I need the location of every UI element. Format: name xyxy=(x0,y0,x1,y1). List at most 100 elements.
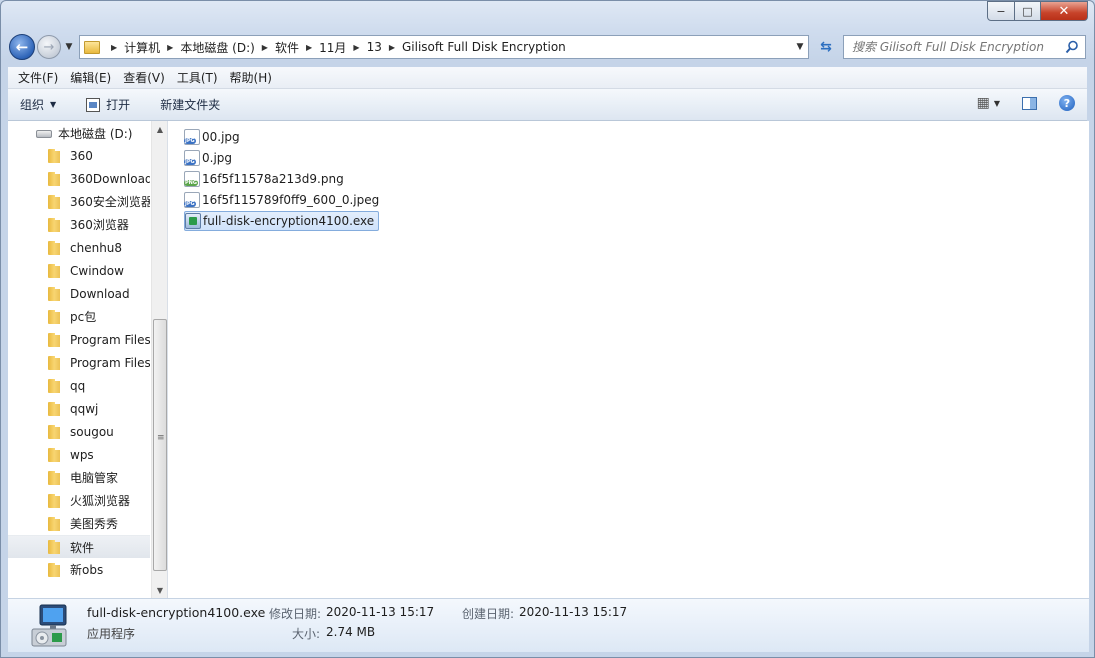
scroll-up-arrow-icon[interactable]: ▲ xyxy=(152,121,167,137)
sidebar-item-label: Cwindow xyxy=(70,263,124,278)
folder-icon xyxy=(48,217,64,232)
open-label: 打开 xyxy=(106,98,131,112)
chevron-right-icon[interactable]: ▶ xyxy=(389,43,395,52)
sidebar-item-folder[interactable]: Download xyxy=(8,282,150,305)
sidebar-item-folder[interactable]: sougou xyxy=(8,420,150,443)
nav-item-drive-d[interactable]: 本地磁盘 (D:) xyxy=(36,125,132,142)
sidebar-item-folder[interactable]: pc包 xyxy=(8,305,150,328)
folder-icon xyxy=(48,332,64,347)
sidebar-item-label: 美图秀秀 xyxy=(70,517,119,531)
folder-icon xyxy=(48,562,64,577)
file-name: 16f5f11578a213d9.png xyxy=(202,172,344,186)
breadcrumb-month[interactable]: 11月 xyxy=(319,39,346,56)
sidebar-item-label: wps xyxy=(70,447,94,462)
sidebar-item-label: Program Files xyxy=(70,355,150,370)
sidebar-item-folder[interactable]: 软件 xyxy=(8,535,150,558)
file-list-item[interactable]: 16f5f11578a213d9.png xyxy=(184,169,348,189)
breadcrumb-drive[interactable]: 本地磁盘 (D:) xyxy=(180,39,254,56)
sidebar-item-folder[interactable]: 火狐浏览器 xyxy=(8,489,150,512)
address-history-dropdown[interactable]: ▼ xyxy=(792,42,808,52)
chevron-right-icon[interactable]: ▶ xyxy=(262,43,268,52)
sidebar-item-label: 火狐浏览器 xyxy=(70,494,131,508)
new-folder-button[interactable]: 新建文件夹 xyxy=(160,96,220,113)
folder-icon xyxy=(48,286,64,301)
file-list-item[interactable]: full-disk-encryption4100.exe xyxy=(184,211,380,231)
chevron-down-icon[interactable]: ▼ xyxy=(994,99,1000,108)
help-icon[interactable]: ? xyxy=(1059,95,1075,111)
file-list-item[interactable]: 00.jpg xyxy=(184,127,244,147)
back-button[interactable]: ← xyxy=(9,34,35,60)
search-input[interactable] xyxy=(852,40,1062,54)
menu-file[interactable]: 文件(F) xyxy=(12,69,64,86)
sidebar-item-folder[interactable]: Cwindow xyxy=(8,259,150,282)
sidebar-item-folder[interactable]: 360 xyxy=(8,144,150,167)
sidebar-item-label: Program Files xyxy=(70,332,150,347)
chevron-right-icon[interactable]: ▶ xyxy=(111,43,117,52)
sidebar-item-folder[interactable]: 美图秀秀 xyxy=(8,512,150,535)
preview-pane-icon[interactable] xyxy=(1022,96,1037,110)
menu-tools[interactable]: 工具(T) xyxy=(171,69,224,86)
sidebar-item-folder[interactable]: 360浏览器 xyxy=(8,213,150,236)
hard-drive-icon xyxy=(36,129,52,138)
menu-edit[interactable]: 编辑(E) xyxy=(64,69,117,86)
sidebar-item-label: 360安全浏览器 xyxy=(70,195,150,209)
exe-file-icon xyxy=(185,213,201,229)
scroll-down-arrow-icon[interactable]: ▼ xyxy=(152,582,167,598)
menu-view[interactable]: 查看(V) xyxy=(117,69,171,86)
caption-buttons: − □ ✕ xyxy=(987,1,1088,21)
sidebar-item-folder[interactable]: qqwj xyxy=(8,397,150,420)
sidebar-item-label: qqwj xyxy=(70,401,99,416)
nav-scrollbar[interactable]: ▲ ≡ ▼ xyxy=(151,121,167,598)
sidebar-item-folder[interactable]: 新obs xyxy=(8,558,150,581)
file-list-item[interactable]: 16f5f115789f0ff9_600_0.jpeg xyxy=(184,190,383,210)
chevron-right-icon[interactable]: ▶ xyxy=(167,43,173,52)
file-list: 00.jpg 0.jpg 16f5f11578a213d9.png 16f5f1157… xyxy=(168,121,1089,598)
folder-icon xyxy=(48,424,64,439)
folder-icon xyxy=(48,540,64,554)
folder-icon xyxy=(48,171,64,186)
sidebar-item-folder[interactable]: 电脑管家 xyxy=(8,466,150,489)
minimize-button[interactable]: − xyxy=(987,1,1015,21)
file-name: 16f5f115789f0ff9_600_0.jpeg xyxy=(202,193,380,207)
breadcrumb-software[interactable]: 软件 xyxy=(275,39,299,56)
chevron-down-icon: ▼ xyxy=(796,42,804,52)
maximize-button[interactable]: □ xyxy=(1015,1,1041,21)
recent-pages-dropdown[interactable]: ▼ xyxy=(63,42,75,52)
chevron-right-icon[interactable]: ▶ xyxy=(353,43,359,52)
file-list-item[interactable]: 0.jpg xyxy=(184,148,236,168)
menu-help[interactable]: 帮助(H) xyxy=(224,69,278,86)
sidebar-item-folder[interactable]: wps xyxy=(8,443,150,466)
scroll-thumb[interactable]: ≡ xyxy=(153,319,167,571)
breadcrumb-computer[interactable]: 计算机 xyxy=(124,39,160,56)
search-box[interactable] xyxy=(843,35,1086,59)
sidebar-item-folder[interactable]: Program Files xyxy=(8,328,150,351)
search-icon[interactable] xyxy=(1065,40,1079,54)
organize-button[interactable]: 组织 ▼ xyxy=(20,96,56,113)
forward-button[interactable]: → xyxy=(37,35,61,59)
chevron-down-icon: ▼ xyxy=(50,100,57,109)
breadcrumb-day[interactable]: 13 xyxy=(367,40,382,54)
breadcrumb-current-folder[interactable]: Gilisoft Full Disk Encryption xyxy=(402,40,566,54)
chevron-right-icon[interactable]: ▶ xyxy=(306,43,312,52)
folder-icon xyxy=(84,40,100,54)
sidebar-item-label: 电脑管家 xyxy=(70,471,119,485)
open-button[interactable]: 打开 xyxy=(86,96,130,113)
folder-icon xyxy=(48,401,64,416)
grip-icon: ≡ xyxy=(157,433,165,443)
sidebar-item-folder[interactable]: Program Files xyxy=(8,351,150,374)
sidebar-item-folder[interactable]: 360Download xyxy=(8,167,150,190)
open-icon xyxy=(86,97,101,112)
folder-icon xyxy=(48,355,64,370)
sidebar-item-folder[interactable]: 360安全浏览器 xyxy=(8,190,150,213)
close-button[interactable]: ✕ xyxy=(1041,1,1088,21)
sidebar-item-folder[interactable]: chenhu8 xyxy=(8,236,150,259)
sidebar-item-label: 360Download xyxy=(70,171,150,186)
sidebar-item-folder[interactable]: qq xyxy=(8,374,150,397)
address-bar[interactable]: ▶ 计算机 ▶ 本地磁盘 (D:) ▶ 软件 ▶ 11月 ▶ 13 ▶ Gili… xyxy=(79,35,809,59)
file-name: 00.jpg xyxy=(202,130,240,144)
created-date-value: 2020-11-13 15:17 xyxy=(519,605,628,619)
view-options-icon[interactable]: ▦ xyxy=(977,95,990,111)
refresh-button[interactable]: ⇆ xyxy=(815,36,837,58)
sidebar-item-label: qq xyxy=(70,378,86,393)
folder-icon xyxy=(48,240,64,255)
